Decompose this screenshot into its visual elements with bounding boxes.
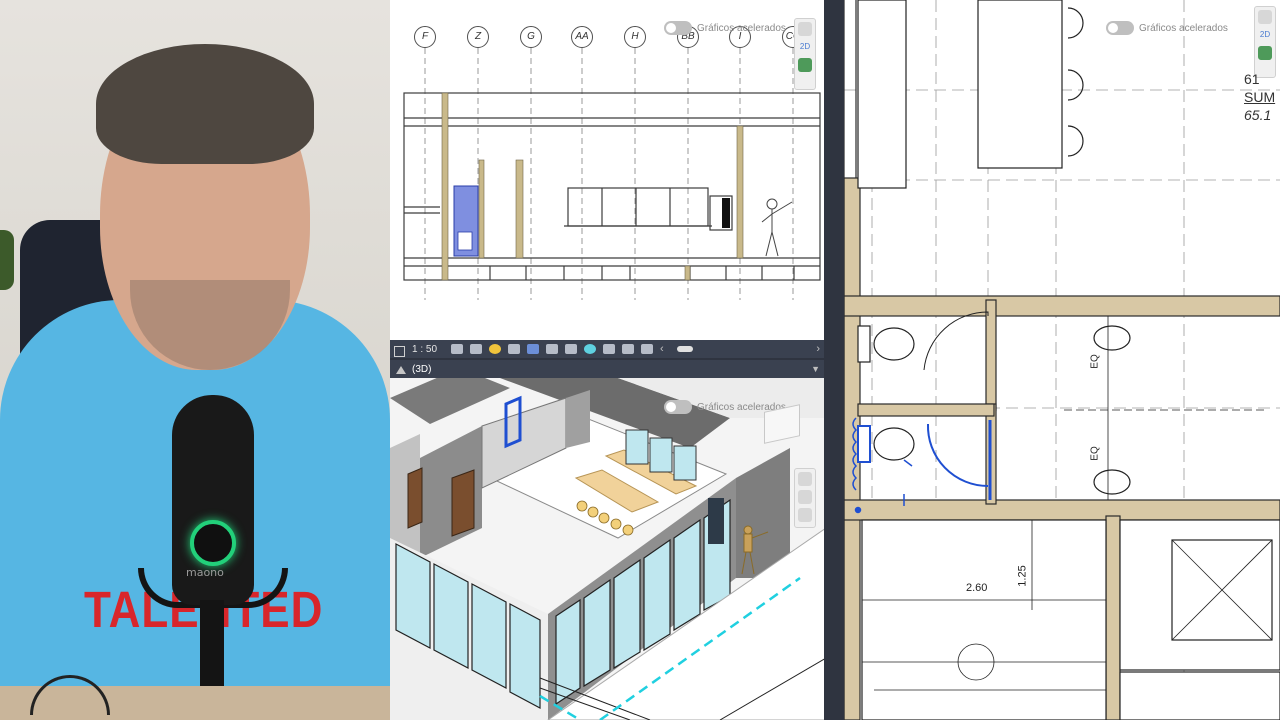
view-3d-title: (3D): [412, 363, 432, 375]
view-3d-titlebar[interactable]: (3D) ▼: [390, 360, 826, 378]
grid-bubble[interactable]: Z: [467, 26, 489, 48]
worksharing-icon[interactable]: [603, 344, 615, 354]
navigation-bar-plan[interactable]: 2D: [1254, 6, 1276, 78]
shadows-icon[interactable]: [508, 344, 520, 354]
analytical-model-icon[interactable]: [622, 344, 634, 354]
scroll-right-icon[interactable]: ›: [816, 344, 820, 355]
navigation-bar-3d[interactable]: [794, 468, 816, 528]
revit-workspace: F Z G AA H BB I CC Gráficos acelerados 2…: [390, 0, 1280, 720]
nav-mode-indicator: 2D: [799, 42, 811, 51]
view-scale[interactable]: 1 : 50: [394, 344, 444, 357]
floor-plan-view[interactable]: Gráficos acelerados 2D 61 SUM 65.1 2.60 …: [844, 0, 1280, 720]
zoom-region-icon[interactable]: [798, 58, 812, 72]
visual-style-icon[interactable]: [470, 344, 482, 354]
toggle-switch-icon[interactable]: [664, 21, 692, 35]
reveal-hidden-icon[interactable]: [584, 344, 596, 354]
accelerated-graphics-toggle-plan[interactable]: Gráficos acelerados: [1106, 21, 1228, 35]
accelerated-graphics-label: Gráficos acelerados: [1139, 22, 1228, 34]
room-area: 65.1: [1244, 107, 1272, 123]
microphone-status-ring: [190, 520, 236, 566]
grid-bubble[interactable]: AA: [571, 26, 593, 48]
floor-plan-drawing: [844, 0, 1280, 720]
toggle-switch-icon[interactable]: [664, 400, 692, 414]
microphone-brand: maono: [186, 566, 224, 579]
constraints-icon[interactable]: [641, 344, 653, 354]
pan-icon[interactable]: [798, 490, 812, 504]
room-number: 61: [1244, 71, 1260, 87]
grid-bubble[interactable]: G: [520, 26, 542, 48]
accelerated-graphics-label: Gráficos acelerados: [697, 22, 786, 34]
structural-columns: [441, 92, 744, 281]
steering-wheel-icon[interactable]: [798, 472, 812, 486]
webcam-plant: [0, 230, 14, 290]
zoom-region-icon[interactable]: [1258, 46, 1272, 60]
grid-bubble[interactable]: H: [624, 26, 646, 48]
scroll-left-icon[interactable]: ‹: [660, 344, 664, 355]
eq-dimension-bottom[interactable]: EQ: [1090, 446, 1101, 460]
pane-divider-vertical: [824, 0, 844, 720]
toilets: [857, 325, 915, 463]
webcam-feed: TALENTED maono: [0, 0, 390, 720]
zoom-icon[interactable]: [798, 508, 812, 522]
elevation-view[interactable]: F Z G AA H BB I CC Gráficos acelerados 2…: [390, 0, 826, 340]
steering-wheel-icon[interactable]: [798, 22, 812, 36]
screen: TALENTED maono: [0, 0, 1280, 720]
dimension-height[interactable]: 1.25: [1017, 565, 1029, 586]
webcam-person-hair: [96, 44, 314, 164]
crop-view-icon[interactable]: [527, 344, 539, 354]
room-name: SUM: [1244, 89, 1276, 105]
navigation-bar[interactable]: 2D: [794, 18, 816, 90]
nav-mode-indicator: 2D: [1259, 30, 1271, 39]
room-tag[interactable]: 61 SUM 65.1: [1244, 70, 1275, 124]
temporary-hide-icon[interactable]: [565, 344, 577, 354]
grid-bubble[interactable]: F: [414, 26, 436, 48]
steering-wheel-icon[interactable]: [1258, 10, 1272, 24]
detail-level-icon[interactable]: [451, 344, 463, 354]
show-crop-icon[interactable]: [546, 344, 558, 354]
sun-path-icon[interactable]: [489, 344, 501, 354]
view-control-bar: 1 : 50 ‹ ›: [390, 340, 826, 358]
view-3d-canvas[interactable]: Gráficos acelerados: [390, 378, 826, 720]
toggle-switch-icon[interactable]: [1106, 21, 1134, 35]
human-figure: [761, 198, 793, 257]
accelerated-graphics-toggle[interactable]: Gráficos acelerados: [664, 21, 786, 35]
elevation-drawing: [403, 48, 821, 300]
home-icon[interactable]: [396, 364, 406, 374]
horizontal-scrollbar-thumb[interactable]: [676, 346, 693, 352]
axonometric-model: [390, 378, 826, 720]
eq-dimension-top[interactable]: EQ: [1090, 354, 1101, 368]
dimension-width[interactable]: 2.60: [966, 582, 987, 594]
chevron-down-icon[interactable]: ▼: [811, 364, 820, 374]
